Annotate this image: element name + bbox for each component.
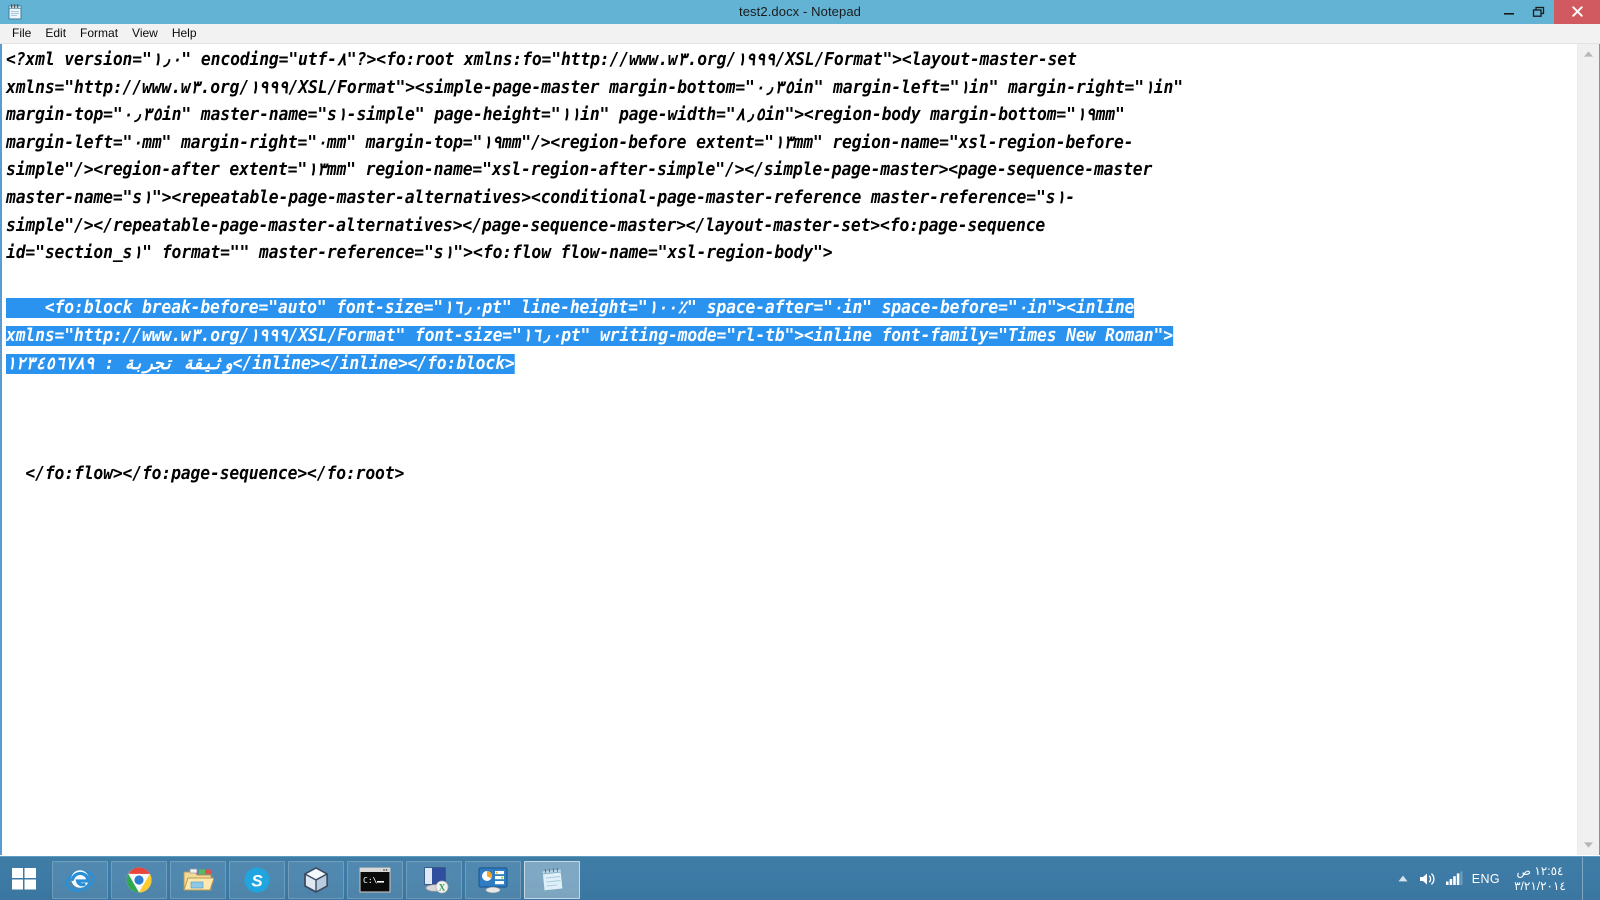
taskbar-item-command-prompt[interactable]: C:\ — [347, 861, 403, 899]
selected-text[interactable]: <fo:block break-before="auto" font-size=… — [6, 298, 1134, 319]
document-blank-line — [6, 378, 1577, 406]
selected-text[interactable]: وثيقة تجربة : ١٢٣٤٥٦٧٨٩</inline></inline… — [6, 353, 515, 374]
document-line: simple"/><region-after extent="١٣mm" reg… — [6, 160, 1153, 181]
document-line: xmlns="http://www.w٣.org/١٩٩٩/XSL/Format… — [6, 323, 1577, 351]
show-desktop-button[interactable] — [1582, 856, 1590, 900]
taskbar-item-control-panel[interactable] — [465, 861, 521, 899]
taskbar-item-virtualbox[interactable] — [288, 861, 344, 899]
file-explorer-icon — [183, 868, 214, 891]
google-chrome-icon — [126, 867, 152, 893]
menu-item-edit[interactable]: Edit — [38, 25, 73, 42]
taskbar-item-internet-explorer[interactable] — [52, 861, 108, 899]
svg-text:X: X — [439, 883, 446, 893]
document-line: id="section_s١" format="" master-referen… — [6, 243, 833, 264]
document-blank-line — [6, 268, 1577, 296]
language-indicator[interactable]: ENG — [1472, 872, 1500, 886]
network-signal-icon[interactable] — [1445, 871, 1463, 886]
svg-text:S: S — [251, 872, 263, 891]
menu-item-file[interactable]: File — [5, 25, 38, 42]
document-line: simple"/></repeatable-page-master-altern… — [6, 215, 1046, 236]
document-line: <fo:block break-before="auto" font-size=… — [6, 295, 1577, 323]
vertical-scrollbar[interactable] — [1577, 44, 1599, 855]
remote-desktop-icon: X — [424, 867, 449, 894]
speaker-icon[interactable] — [1418, 871, 1436, 887]
restore-button[interactable] — [1524, 0, 1554, 24]
virtualbox-icon — [304, 867, 328, 893]
show-hidden-icons-button[interactable] — [1397, 874, 1409, 883]
document-blank-line — [6, 406, 1577, 434]
menu-item-view[interactable]: View — [125, 25, 165, 42]
taskbar-item-remote-desktop[interactable]: X — [406, 861, 462, 899]
document-text[interactable]: <?xml version="١٫٠" encoding="utf-٨"?><f… — [6, 47, 1577, 489]
taskbar-item-file-explorer[interactable] — [170, 861, 226, 899]
skype-icon: S — [244, 867, 270, 893]
taskbar: S C:\ X ENG ١٢:٥٤ ص ٣/٢١/٢٠١٤ — [0, 856, 1600, 900]
desktop: test2.docx - Notepad File Edit Format Vi… — [0, 0, 1600, 900]
svg-text:C:\: C:\ — [363, 876, 378, 885]
document-line: <?xml version="١٫٠" encoding="utf-٨"?><f… — [6, 50, 1077, 70]
scrollbar-track[interactable] — [1578, 64, 1599, 835]
system-tray: ENG ١٢:٥٤ ص ٣/٢١/٢٠١٤ — [1397, 856, 1600, 900]
document-line: xmlns="http://www.w٣.org/١٩٩٩/XSL/Format… — [6, 77, 1183, 98]
control-panel-icon — [478, 867, 508, 894]
document-line: master-name="s١"><repeatable-page-master… — [6, 187, 1076, 208]
clock[interactable]: ١٢:٥٤ ص ٣/٢١/٢٠١٤ — [1509, 864, 1571, 894]
document-line: وثيقة تجربة : ١٢٣٤٥٦٧٨٩</inline></inline… — [6, 351, 1577, 379]
taskbar-item-google-chrome[interactable] — [111, 861, 167, 899]
clock-time: ١٢:٥٤ ص — [1516, 863, 1564, 878]
task-list: S C:\ X — [48, 857, 580, 900]
minimize-button[interactable] — [1494, 0, 1524, 24]
scroll-down-button[interactable] — [1583, 835, 1594, 855]
internet-explorer-icon — [65, 869, 95, 892]
document-blank-line — [6, 433, 1577, 461]
document-line: </fo:flow></fo:page-sequence></fo:root> — [6, 463, 405, 484]
menu-bar: File Edit Format View Help — [0, 24, 1600, 44]
notepad-taskbar-icon — [541, 867, 564, 892]
document-line: margin-top="٠٫٣٥in" master-name="s١-simp… — [6, 105, 1125, 126]
clock-date: ٣/٢١/٢٠١٤ — [1514, 878, 1566, 893]
notepad-icon — [4, 1, 26, 23]
close-button[interactable] — [1554, 0, 1600, 24]
taskbar-item-skype[interactable]: S — [229, 861, 285, 899]
selected-text[interactable]: xmlns="http://www.w٣.org/١٩٩٩/XSL/Format… — [6, 325, 1173, 346]
notepad-window: test2.docx - Notepad File Edit Format Vi… — [0, 0, 1600, 855]
scroll-up-button[interactable] — [1583, 44, 1594, 64]
menu-item-help[interactable]: Help — [165, 25, 204, 42]
command-prompt-icon: C:\ — [359, 867, 391, 893]
arabic-text: وثيقة تجربة : ١٢٣٤٥٦٧٨٩ — [6, 353, 233, 374]
menu-item-format[interactable]: Format — [73, 25, 125, 42]
taskbar-item-notepad[interactable] — [524, 861, 580, 899]
window-title: test2.docx - Notepad — [739, 4, 861, 19]
document-line: margin-left="٠mm" margin-right="٠mm" mar… — [6, 132, 1134, 153]
text-editor[interactable]: <?xml version="١٫٠" encoding="utf-٨"?><f… — [2, 44, 1577, 855]
editor-area: <?xml version="١٫٠" encoding="utf-٨"?><f… — [0, 44, 1600, 855]
window-controls — [1494, 0, 1600, 24]
start-button[interactable] — [0, 857, 48, 900]
title-bar[interactable]: test2.docx - Notepad — [0, 0, 1600, 24]
